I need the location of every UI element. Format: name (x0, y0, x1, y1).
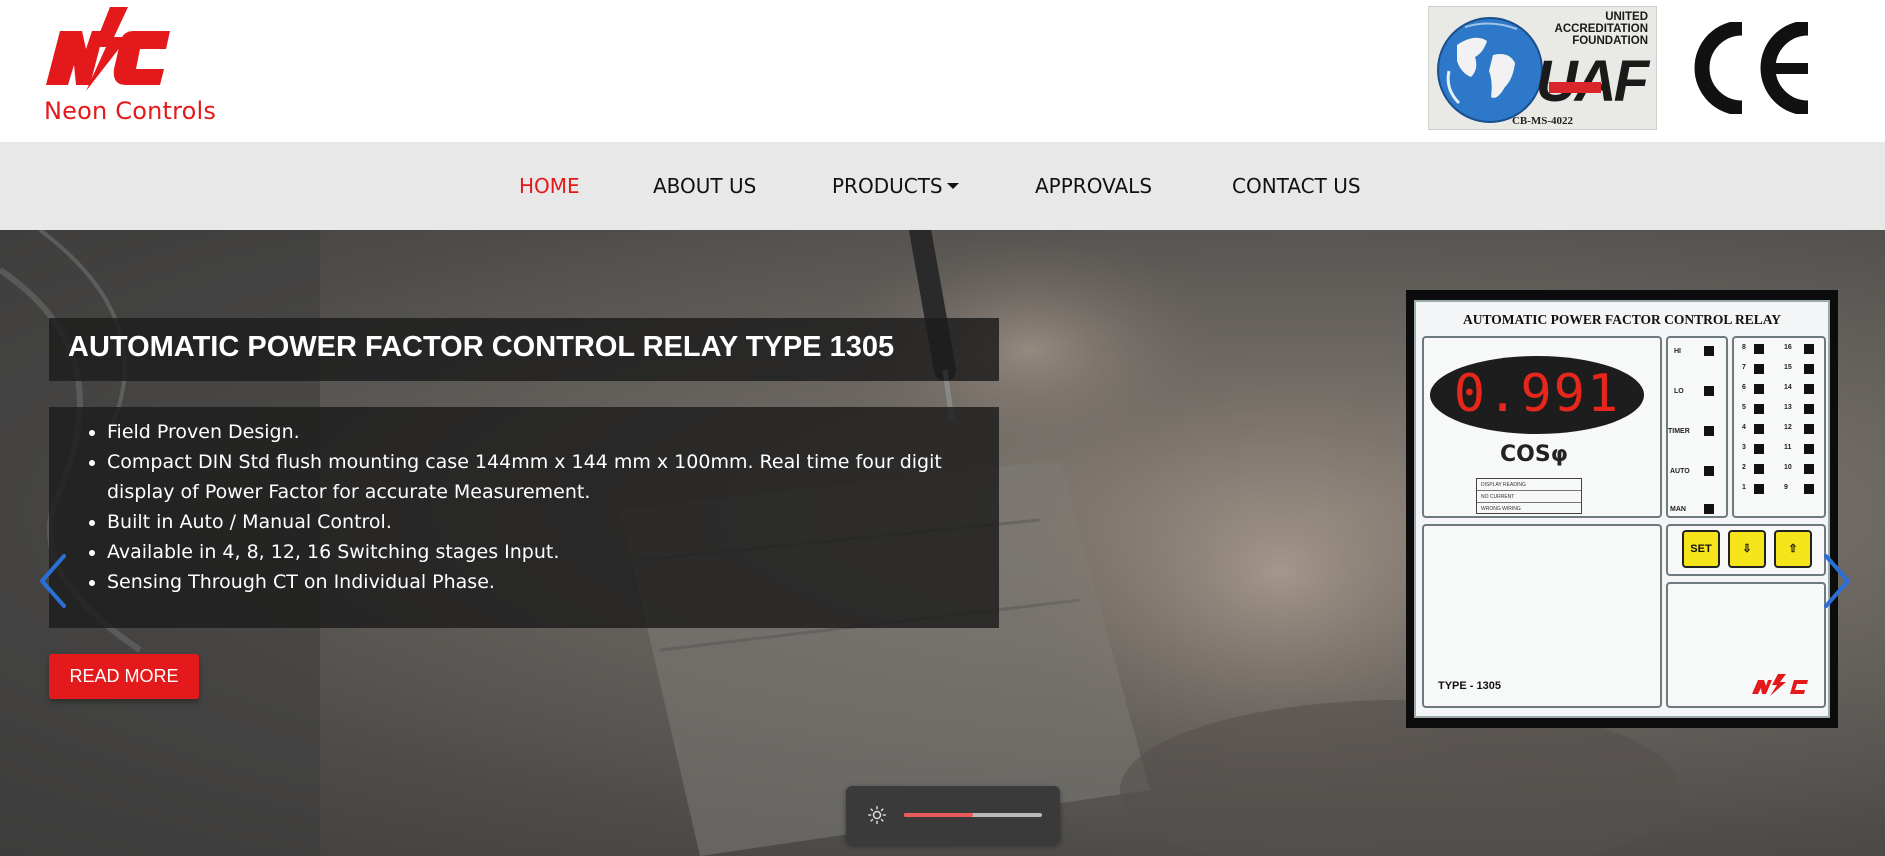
site-header: Neon Controls UNITED ACCREDITATION FOUND… (0, 0, 1885, 142)
product-image: AUTOMATIC POWER FACTOR CONTROL RELAY 0.9… (1406, 290, 1838, 728)
main-navigation: HOME ABOUT US PRODUCTS APPROVALS CONTACT… (0, 142, 1885, 230)
hero-carousel: AUTOMATIC POWER FACTOR CONTROL RELAY TYP… (0, 230, 1885, 856)
relay-front-panel: AUTOMATIC POWER FACTOR CONTROL RELAY 0.9… (1414, 300, 1830, 718)
carousel-next-chevron-right-icon[interactable] (1816, 550, 1856, 612)
brightness-control (846, 786, 1060, 844)
caret-down-icon (946, 183, 959, 189)
feature-item: Built in Auto / Manual Control. (107, 507, 987, 537)
brand-logo[interactable]: Neon Controls (42, 5, 232, 125)
nav-home[interactable]: HOME (519, 174, 580, 198)
relay-display-panel: 0.991 COSφ DISPLAY READING NO CURRENT WR… (1422, 336, 1662, 518)
slide-title: AUTOMATIC POWER FACTOR CONTROL RELAY TYP… (68, 331, 895, 363)
relay-set-key: SET (1682, 530, 1720, 568)
brightness-slider-fill (904, 813, 973, 817)
relay-lower-right-panel (1666, 582, 1826, 708)
nav-products-label: PRODUCTS (832, 174, 943, 198)
cos-phi-label: COSφ (1500, 442, 1568, 467)
relay-lower-left-panel: TYPE - 1305 (1422, 524, 1662, 708)
relay-down-key: ⇩ (1728, 530, 1766, 568)
feature-item: Field Proven Design. (107, 417, 987, 447)
ce-mark-icon (1694, 22, 1809, 114)
feature-item: Compact DIN Std flush mounting case 144m… (107, 447, 987, 507)
nav-products[interactable]: PRODUCTS (832, 174, 959, 198)
feature-item: Sensing Through CT on Individual Phase. (107, 567, 987, 597)
neon-controls-logo-mark (46, 7, 170, 91)
nav-contact-us[interactable]: CONTACT US (1232, 174, 1361, 198)
carousel-prev-chevron-left-icon[interactable] (34, 550, 74, 612)
brightness-slider[interactable] (904, 813, 1042, 817)
read-more-button[interactable]: READ MORE (49, 654, 199, 699)
globe-icon (1437, 17, 1543, 123)
feature-item: Available in 4, 8, 12, 16 Switching stag… (107, 537, 987, 567)
relay-legend: DISPLAY READING NO CURRENT WRONG WIRING (1476, 478, 1582, 514)
nav-approvals[interactable]: APPROVALS (1035, 174, 1152, 198)
uaf-red-bar (1549, 82, 1601, 93)
slide-title-box: AUTOMATIC POWER FACTOR CONTROL RELAY TYP… (49, 318, 999, 381)
neon-controls-mini-logo (1752, 674, 1808, 696)
uaf-certification-badge: UNITED ACCREDITATION FOUNDATION UAF CB-M… (1428, 6, 1657, 130)
read-more-label: READ MORE (69, 666, 179, 686)
brand-name: Neon Controls (44, 97, 217, 125)
relay-status-panel: HI LO TIMER AUTO MAN (1666, 336, 1728, 518)
uaf-heading: UNITED ACCREDITATION FOUNDATION (1554, 11, 1648, 47)
relay-panel-title: AUTOMATIC POWER FACTOR CONTROL RELAY (1462, 312, 1782, 327)
relay-lcd-display: 0.991 (1430, 356, 1644, 434)
sun-icon (868, 806, 886, 824)
slide-description-box: Field Proven Design. Compact DIN Std flu… (49, 407, 999, 628)
relay-display-value: 0.991 (1453, 364, 1621, 424)
relay-type-label: TYPE - 1305 (1438, 680, 1501, 692)
nav-about-us[interactable]: ABOUT US (653, 174, 756, 198)
feature-list: Field Proven Design. Compact DIN Std flu… (107, 417, 987, 597)
relay-keypad: SET ⇩ ⇧ (1666, 524, 1826, 576)
relay-up-key: ⇧ (1774, 530, 1812, 568)
relay-stage-panel: 8 7 6 5 4 3 2 1 16 15 14 13 12 11 10 9 (1732, 336, 1826, 518)
uaf-cert-number: CB-MS-4022 (1511, 115, 1574, 127)
